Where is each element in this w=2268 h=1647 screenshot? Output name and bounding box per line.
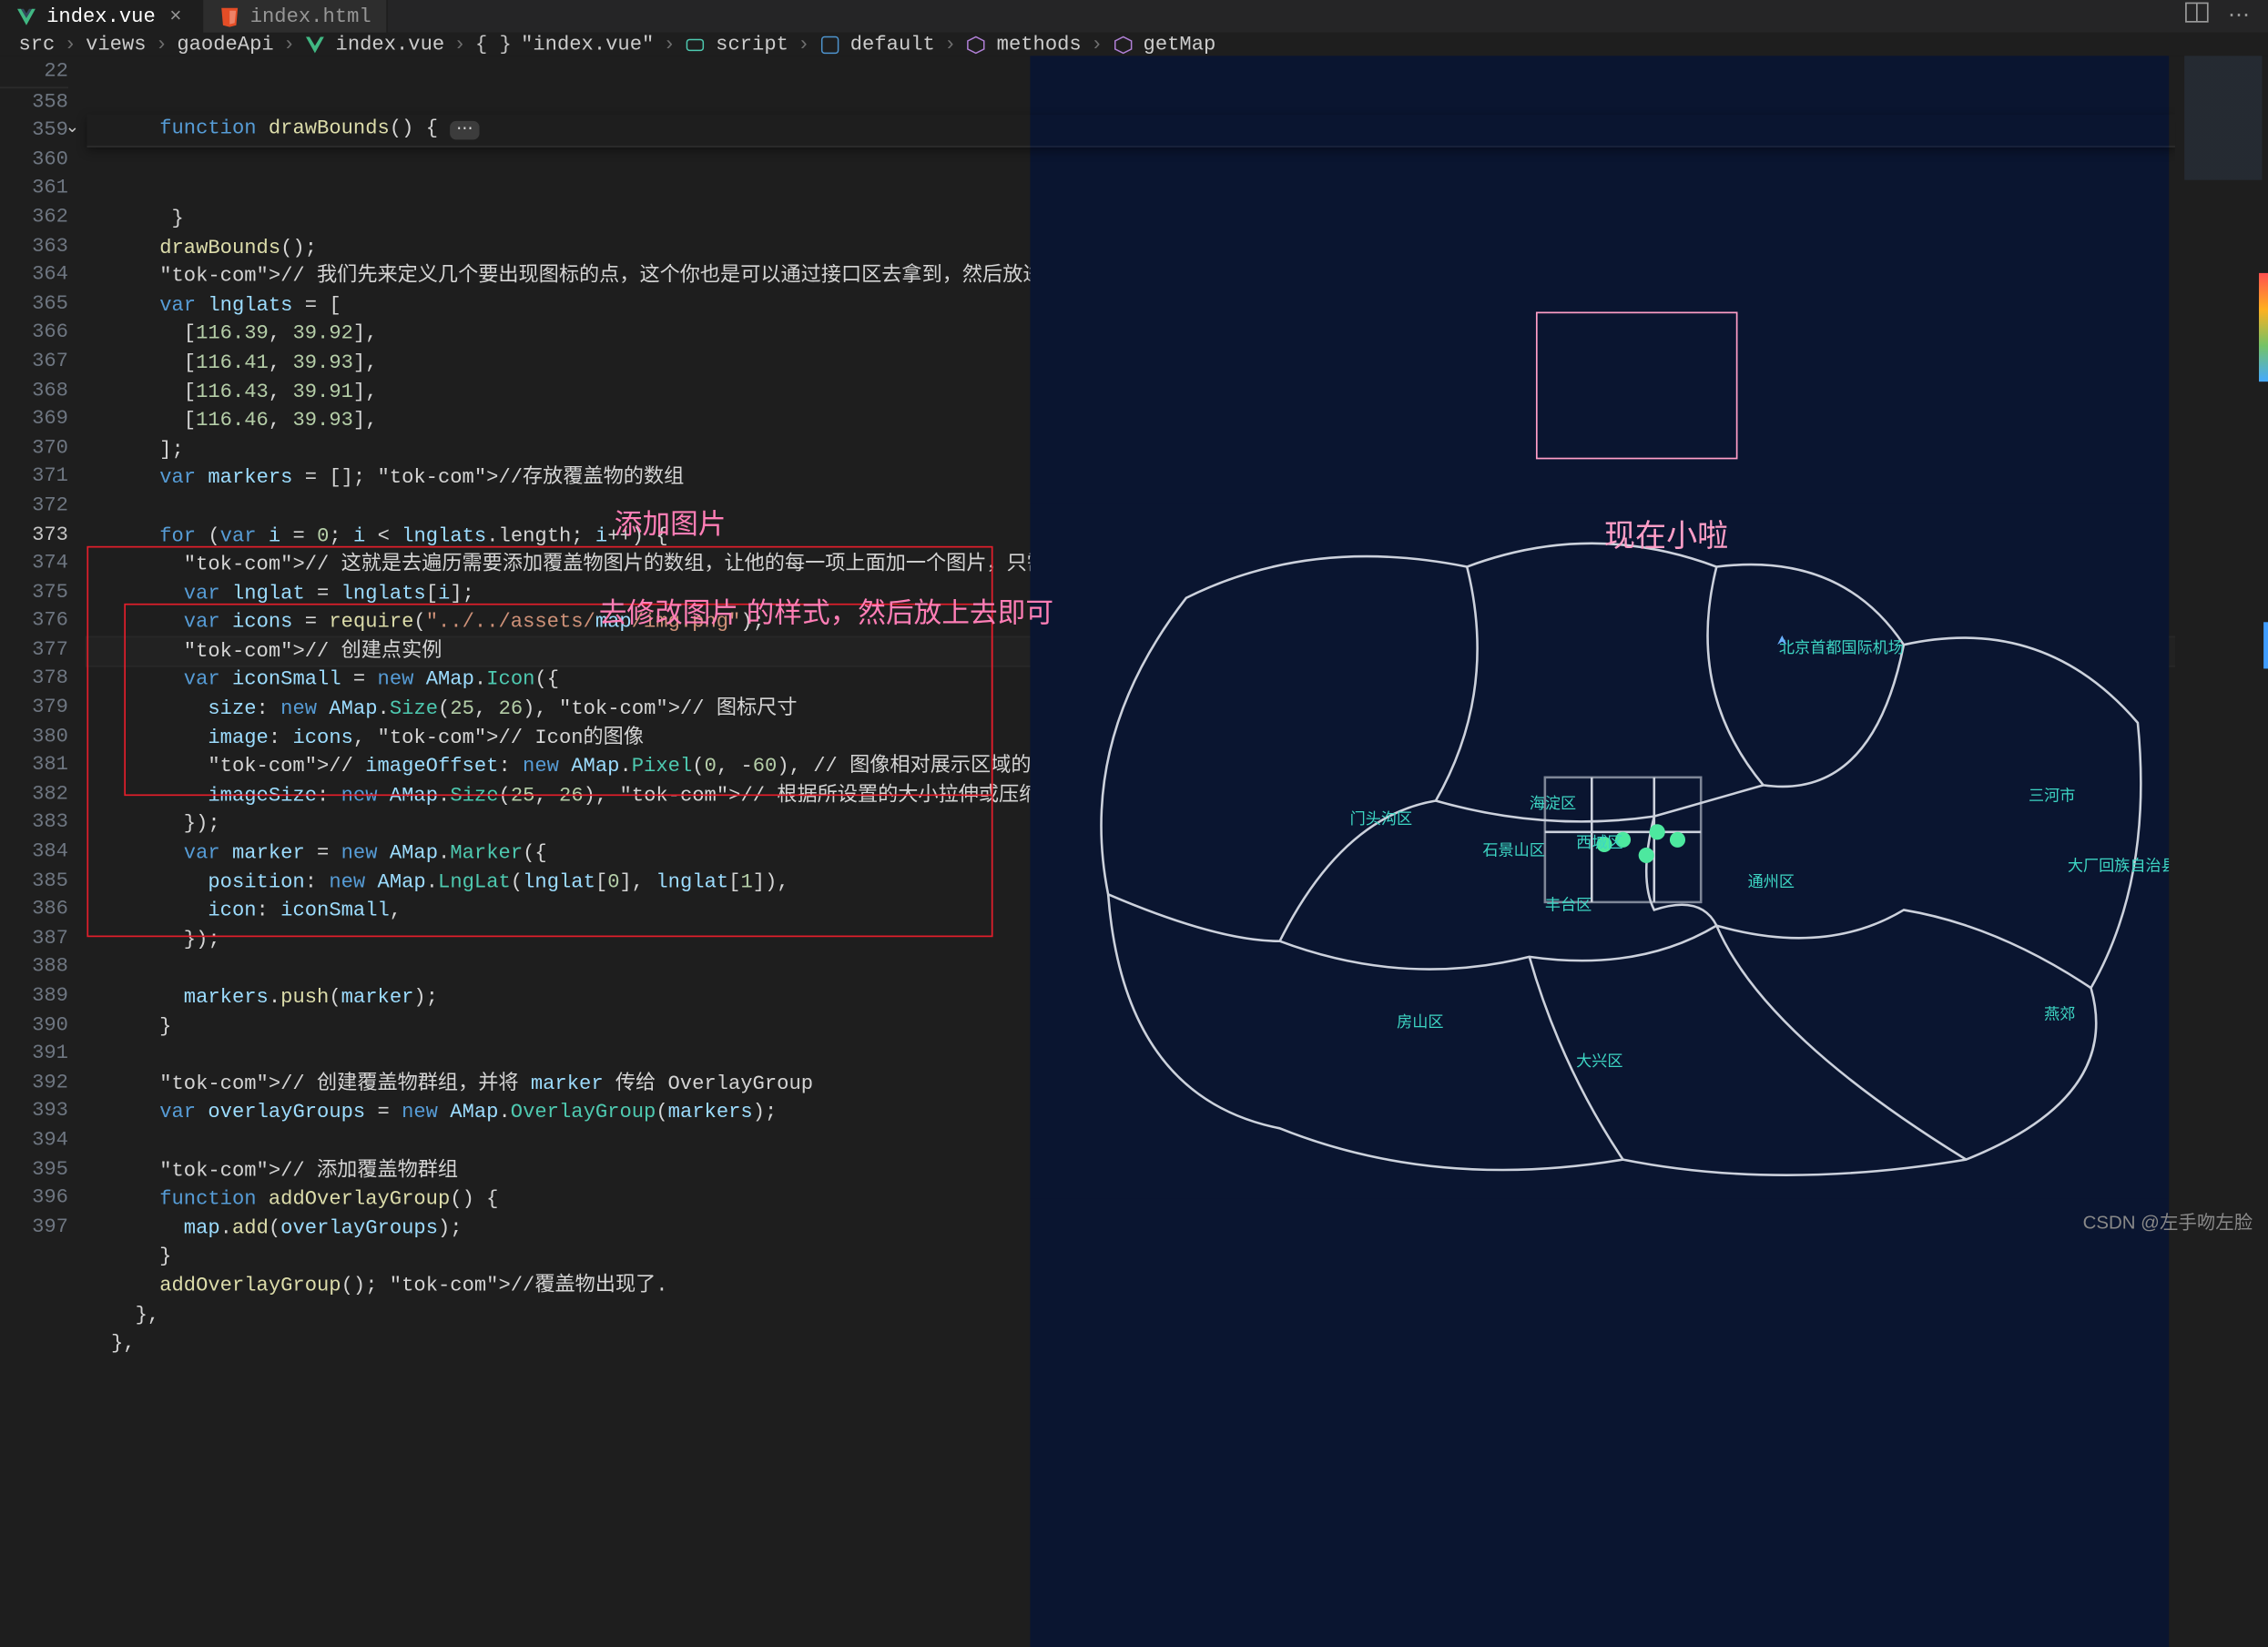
line-gutter: 22 3583593603613623633643653663673683693… <box>0 56 86 1647</box>
map-label: 大厂回族自治县 <box>2068 857 2169 875</box>
map-label: 石景山区 <box>1482 840 1545 859</box>
tab-label: index.html <box>250 5 371 28</box>
tab-bar: index.vue × index.html ⋯ <box>0 0 2268 33</box>
breadcrumb[interactable]: src› views› gaodeApi› index.vue› { } "in… <box>0 33 2268 56</box>
map-label: 丰台区 <box>1545 895 1592 913</box>
map-label: 海淀区 <box>1530 794 1576 812</box>
map-label: 通州区 <box>1748 872 1795 890</box>
annotation-text: 现在小啦 <box>1604 511 1728 555</box>
vue-file-icon <box>304 34 326 56</box>
braces-icon: { } <box>475 33 512 56</box>
chevron-down-icon[interactable]: ⌄ <box>66 115 80 144</box>
map-label: 西城区 <box>1576 833 1622 851</box>
tab-index-vue[interactable]: index.vue × <box>0 0 204 33</box>
vue-file-icon <box>15 5 37 27</box>
method-icon <box>966 34 988 56</box>
method-icon <box>1112 34 1134 56</box>
more-actions-icon[interactable]: ⋯ <box>2228 3 2250 29</box>
map-label: 燕郊 <box>2044 1004 2075 1022</box>
split-editor-icon[interactable] <box>2184 0 2209 33</box>
overview-ruler-marker <box>2263 622 2268 668</box>
overview-ruler <box>2259 273 2268 381</box>
annotation-box <box>1536 312 1738 460</box>
tab-tools: ⋯ <box>2184 0 2268 33</box>
watermark: CSDN @左手吻左脸 <box>2083 1208 2253 1235</box>
symbol-icon <box>685 34 707 56</box>
symbol-icon <box>819 34 841 56</box>
editor-main: 22 3583593603613623633643653663673683693… <box>0 56 2268 1647</box>
map-preview[interactable]: 北京首都国际机场 三河市 大厂回族自治县 石景山区 西城区 丰台区 房山区 大兴… <box>1030 56 2169 1647</box>
close-icon[interactable]: × <box>165 5 187 28</box>
map-label: 北京首都国际机场 <box>1779 638 1904 656</box>
map-label: 大兴区 <box>1576 1052 1622 1070</box>
map-label: 房山区 <box>1397 1012 1443 1031</box>
tab-index-html[interactable]: index.html <box>204 0 389 33</box>
tab-label: index.vue <box>46 5 156 28</box>
map-label: 门头沟区 <box>1350 809 1413 828</box>
minimap[interactable] <box>2175 56 2268 1647</box>
map-label: 三河市 <box>2029 787 2075 805</box>
html-file-icon <box>219 5 241 27</box>
